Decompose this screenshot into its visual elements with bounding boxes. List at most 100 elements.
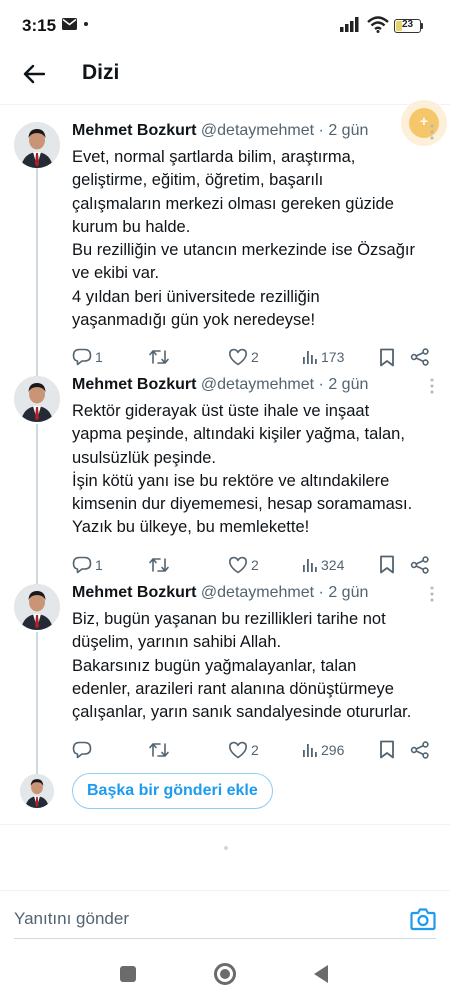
loading-dot bbox=[224, 846, 228, 850]
like-button[interactable]: 2 bbox=[228, 739, 259, 761]
heart-icon bbox=[229, 556, 247, 574]
more-options-icon[interactable] bbox=[430, 378, 434, 394]
post-divider bbox=[72, 368, 450, 369]
notification-dot-icon bbox=[84, 22, 88, 26]
author-name[interactable]: Mehmet Bozkurt bbox=[72, 122, 196, 139]
wifi-icon bbox=[367, 16, 389, 33]
system-back-button[interactable] bbox=[314, 965, 328, 983]
views-icon bbox=[303, 558, 317, 572]
repost-button[interactable] bbox=[148, 346, 173, 368]
more-options-icon[interactable] bbox=[430, 586, 434, 602]
app-header: Dizi bbox=[0, 50, 450, 98]
bookmark-button[interactable] bbox=[379, 739, 395, 761]
share-button[interactable] bbox=[410, 346, 430, 368]
heart-icon bbox=[229, 349, 247, 366]
page-title: Dizi bbox=[82, 61, 120, 84]
system-nav-bar bbox=[0, 950, 450, 1000]
repost-icon bbox=[149, 742, 169, 757]
post-header: Mehmet Bozkurt @detaymehmet · 2 gün bbox=[72, 584, 438, 606]
reply-bar bbox=[0, 890, 450, 948]
avatar-image bbox=[14, 584, 60, 630]
section-divider bbox=[0, 824, 450, 825]
like-count: 2 bbox=[251, 349, 259, 366]
battery-tip bbox=[421, 23, 423, 29]
share-icon bbox=[410, 348, 429, 367]
post-time[interactable]: · 2 gün bbox=[319, 584, 369, 601]
more-options-icon[interactable] bbox=[430, 124, 434, 140]
header-divider bbox=[0, 104, 450, 105]
recent-apps-button[interactable] bbox=[120, 966, 136, 982]
like-count: 2 bbox=[251, 741, 259, 758]
post-time[interactable]: · 2 gün bbox=[319, 122, 369, 139]
post[interactable]: Mehmet Bozkurt @detaymehmet · 2 gün Evet… bbox=[0, 122, 450, 376]
status-bar: 3:15 23 bbox=[0, 0, 450, 50]
author-name[interactable]: Mehmet Bozkurt bbox=[72, 584, 196, 601]
battery-percent: 23 bbox=[401, 19, 414, 30]
post-header: Mehmet Bozkurt @detaymehmet · 2 gün bbox=[72, 122, 438, 144]
views-icon bbox=[303, 743, 317, 757]
view-count: 296 bbox=[321, 741, 345, 758]
share-button[interactable] bbox=[410, 554, 430, 576]
post[interactable]: Mehmet Bozkurt @detaymehmet · 2 gün Biz,… bbox=[0, 584, 450, 769]
share-icon bbox=[410, 556, 429, 574]
like-button[interactable]: 2 bbox=[228, 346, 259, 368]
share-button[interactable] bbox=[410, 739, 430, 761]
reply-button[interactable]: 1 bbox=[72, 346, 103, 368]
author-handle[interactable]: @detaymehmet bbox=[201, 584, 314, 601]
signal-icon bbox=[340, 17, 359, 32]
avatar[interactable] bbox=[14, 122, 60, 168]
reply-button[interactable]: 1 bbox=[72, 554, 103, 576]
avatar-image bbox=[14, 122, 60, 168]
reply-input[interactable] bbox=[14, 909, 314, 929]
add-another-post-button[interactable]: Başka bir gönderi ekle bbox=[72, 773, 273, 809]
post[interactable]: Mehmet Bozkurt @detaymehmet · 2 gün Rekt… bbox=[0, 376, 450, 584]
view-count: 173 bbox=[321, 349, 345, 366]
repost-button[interactable] bbox=[148, 739, 173, 761]
avatar-image bbox=[20, 774, 54, 808]
post-time[interactable]: · 2 gün bbox=[319, 376, 369, 393]
heart-icon bbox=[229, 741, 247, 758]
camera-button[interactable] bbox=[410, 907, 436, 931]
post-header: Mehmet Bozkurt @detaymehmet · 2 gün bbox=[72, 376, 438, 398]
arrow-left-icon bbox=[23, 64, 45, 84]
bookmark-icon bbox=[380, 348, 394, 367]
reply-underline bbox=[14, 938, 436, 939]
reply-icon bbox=[72, 349, 92, 366]
author-name[interactable]: Mehmet Bozkurt bbox=[72, 376, 196, 393]
reply-button[interactable] bbox=[72, 739, 95, 761]
views-button[interactable]: 296 bbox=[302, 739, 344, 761]
post-text: Evet, normal şartlarda bilim, araştırma,… bbox=[72, 148, 415, 330]
reply-icon bbox=[72, 741, 92, 758]
repost-icon bbox=[149, 350, 169, 365]
back-button[interactable] bbox=[18, 58, 50, 90]
views-button[interactable]: 173 bbox=[302, 346, 344, 368]
repost-icon bbox=[149, 557, 169, 572]
post-actions: 1 2 173 bbox=[72, 346, 438, 368]
post-actions: 1 2 324 bbox=[72, 554, 438, 576]
share-icon bbox=[410, 740, 429, 759]
post-text: Rektör giderayak üst üste ihale ve inşaa… bbox=[72, 402, 413, 537]
bookmark-button[interactable] bbox=[379, 346, 395, 368]
reply-count: 1 bbox=[95, 556, 103, 573]
views-icon bbox=[303, 351, 317, 365]
reply-icon bbox=[72, 556, 92, 574]
bookmark-button[interactable] bbox=[379, 554, 395, 576]
author-handle[interactable]: @detaymehmet bbox=[201, 122, 314, 139]
repost-button[interactable] bbox=[148, 554, 173, 576]
avatar[interactable] bbox=[14, 584, 60, 630]
avatar[interactable] bbox=[14, 376, 60, 422]
like-count: 2 bbox=[251, 556, 259, 573]
avatar-image bbox=[14, 376, 60, 422]
bookmark-icon bbox=[380, 555, 394, 574]
status-time: 3:15 bbox=[22, 16, 57, 35]
battery-icon: 23 bbox=[394, 19, 421, 33]
views-button[interactable]: 324 bbox=[302, 554, 344, 576]
author-handle[interactable]: @detaymehmet bbox=[201, 376, 314, 393]
mail-icon bbox=[62, 18, 77, 30]
like-button[interactable]: 2 bbox=[228, 554, 259, 576]
bookmark-icon bbox=[380, 740, 394, 759]
view-count: 324 bbox=[321, 556, 345, 573]
avatar[interactable] bbox=[20, 774, 54, 808]
post-text: Biz, bugün yaşanan bu rezillikleri tarih… bbox=[72, 610, 412, 722]
home-button[interactable] bbox=[214, 963, 236, 985]
